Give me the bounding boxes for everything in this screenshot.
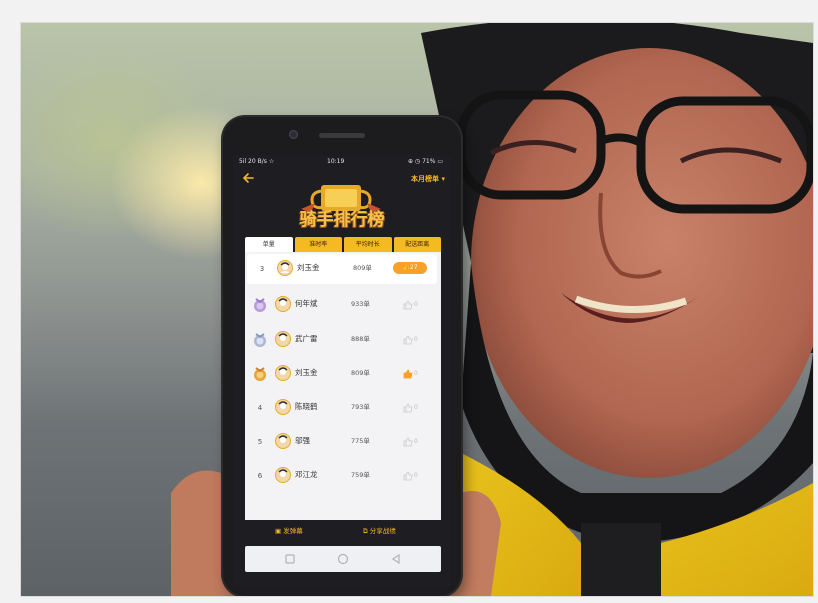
tab-delivery-distance[interactable]: 配送距离 [393, 237, 441, 252]
thumbs-up-icon [403, 335, 413, 345]
table-row[interactable]: 6 邓江龙 759单 0 [245, 461, 441, 491]
phone-screen: 5il 20 B/s ☆ 10:19 ⊕ ◷ 71% ▭ 本月榜单 ▾ 骑手排行… [233, 155, 451, 587]
avatar [275, 365, 291, 381]
like-button[interactable]: 0 [403, 403, 425, 415]
send-danmaku-button[interactable]: ▣ 发弹幕 [275, 524, 303, 538]
thumbs-up-icon [403, 369, 413, 379]
order-count: 933单 [351, 300, 370, 308]
back-icon[interactable] [389, 552, 403, 566]
like-button[interactable]: 👍27 [393, 262, 427, 274]
like-count: 27 [409, 264, 418, 271]
order-count: 888单 [351, 335, 370, 343]
like-button[interactable]: 0 [403, 335, 425, 347]
danmaku-icon: ▣ [275, 527, 282, 535]
battery-status: ⊕ ◷ 71% ▭ [408, 158, 443, 165]
my-order-count: 809单 [353, 264, 372, 272]
status-bar: 5il 20 B/s ☆ 10:19 ⊕ ◷ 71% ▭ [233, 155, 451, 169]
table-row[interactable]: 刘玉金 809单 0 [245, 359, 441, 389]
avatar [275, 296, 291, 312]
recent-apps-icon[interactable] [283, 552, 297, 566]
front-camera [289, 130, 298, 139]
smartphone: 5il 20 B/s ☆ 10:19 ⊕ ◷ 71% ▭ 本月榜单 ▾ 骑手排行… [223, 117, 461, 596]
avatar [277, 260, 293, 276]
rider-name: 刘玉金 [295, 368, 318, 377]
like-button[interactable]: 0 [403, 369, 425, 381]
back-arrow-icon[interactable] [241, 171, 255, 185]
like-count: 0 [414, 472, 418, 479]
thumbs-up-icon: 👍 [402, 264, 410, 271]
like-count: 0 [414, 404, 418, 411]
tab-order-volume[interactable]: 单量 [245, 237, 293, 252]
table-row[interactable]: 4 陈晓鹤 793单 0 [245, 393, 441, 423]
my-rank: 3 [259, 265, 265, 273]
signal-status: 5il 20 B/s ☆ [239, 158, 275, 165]
rider-name: 武广雷 [295, 334, 318, 343]
share-icon: ⧉ [363, 527, 368, 535]
rider-name: 邓江龙 [295, 470, 318, 479]
leaderboard-title: 骑手排行榜 [299, 210, 385, 230]
like-count: 0 [414, 336, 418, 343]
photo-frame: 5il 20 B/s ☆ 10:19 ⊕ ◷ 71% ▭ 本月榜单 ▾ 骑手排行… [20, 22, 814, 597]
like-count: 0 [414, 438, 418, 445]
rank-number: 4 [257, 404, 263, 412]
like-button[interactable]: 0 [403, 471, 425, 483]
tab-average-duration[interactable]: 平均时长 [344, 237, 392, 252]
thumbs-up-icon [403, 437, 413, 447]
order-count: 775单 [351, 437, 370, 445]
send-danmaku-label: 发弹幕 [283, 527, 303, 535]
order-count: 759单 [351, 471, 370, 479]
like-count: 0 [414, 301, 418, 308]
table-row[interactable]: 何年斌 933单 0 [245, 290, 441, 320]
share-record-label: 分享战绩 [369, 527, 396, 535]
ranking-list: 3 刘玉金 809单 👍27 何年斌 933单 0 武广雷 888单 0 刘玉金… [245, 252, 441, 520]
table-row[interactable]: 武广雷 888单 0 [245, 325, 441, 355]
rank-number: 6 [257, 472, 263, 480]
rider-name: 邬强 [295, 436, 310, 445]
table-row[interactable]: 5 邬强 775单 0 [245, 427, 441, 457]
bottom-action-bar: ▣ 发弹幕 ⧉ 分享战绩 [245, 520, 441, 542]
like-button[interactable]: 0 [403, 437, 425, 449]
like-button[interactable]: 0 [403, 300, 425, 312]
rank-number: 5 [257, 438, 263, 446]
my-ranking-row[interactable]: 3 刘玉金 809单 👍27 [247, 254, 437, 284]
order-count: 793单 [351, 403, 370, 411]
rider-name: 何年斌 [295, 299, 318, 308]
rider-name: 陈晓鹤 [295, 402, 318, 411]
gold-medal-icon [254, 298, 266, 312]
tab-on-time-rate[interactable]: 准时率 [294, 237, 342, 252]
thumbs-up-icon [403, 403, 413, 413]
ranking-tabs: 单量 准时率 平均时长 配送距离 [245, 237, 441, 252]
order-count: 809单 [351, 369, 370, 377]
my-name: 刘玉金 [297, 263, 320, 272]
avatar [275, 399, 291, 415]
home-icon[interactable] [336, 552, 350, 566]
thumbs-up-icon [403, 471, 413, 481]
status-time: 10:19 [327, 158, 345, 165]
share-record-button[interactable]: ⧉ 分享战绩 [363, 524, 396, 538]
android-nav-bar [245, 546, 441, 572]
avatar [275, 433, 291, 449]
bronze-medal-icon [254, 367, 266, 381]
silver-medal-icon [254, 333, 266, 347]
avatar [275, 467, 291, 483]
thumbs-up-icon [403, 300, 413, 310]
earpiece-speaker [319, 133, 365, 138]
period-selector[interactable]: 本月榜单 ▾ [411, 174, 445, 184]
like-count: 0 [414, 370, 418, 377]
avatar [275, 331, 291, 347]
